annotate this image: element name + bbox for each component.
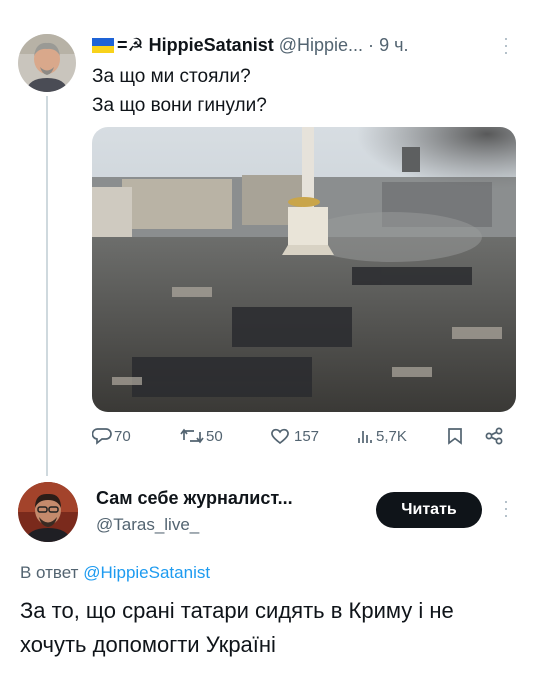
author-display-name[interactable]: HippieSatanist (149, 35, 274, 55)
reply-author-avatar[interactable] (18, 482, 78, 542)
in-reply-prefix: В ответ (20, 563, 79, 582)
reply-author-handle[interactable]: @Taras_live_ (96, 515, 199, 535)
tweet-time[interactable]: 9 ч. (379, 35, 408, 55)
thread-connector-line (46, 96, 48, 476)
bookmark-icon (448, 428, 462, 445)
retweet-icon (180, 428, 204, 444)
tweet-text-line: За що ми стояли? (92, 66, 251, 87)
equals-glyph: = (117, 35, 128, 55)
in-reply-handle-link[interactable]: @HippieSatanist (83, 563, 210, 582)
retweet-count: 50 (206, 427, 223, 445)
tweet-text: За що ми стояли? За що вони гинули? (92, 62, 267, 120)
retweet-action[interactable]: 50 (180, 427, 223, 445)
author-handle[interactable]: @Hippie... (279, 35, 363, 55)
ukraine-flag-icon (92, 38, 114, 53)
tweet-header: =☭ HippieSatanist @Hippie... · 9 ч. (92, 35, 408, 56)
like-action[interactable]: 157 (270, 427, 319, 445)
maidan-photo-image (92, 127, 516, 412)
bookmark-action[interactable] (447, 427, 463, 445)
follow-button[interactable]: Читать (376, 492, 482, 528)
heart-icon (271, 428, 289, 445)
reply-text: За то, що срані татари сидять в Криму і … (20, 598, 454, 657)
views-action[interactable]: 5,7K (356, 427, 407, 445)
author-avatar[interactable] (18, 34, 76, 92)
like-count: 157 (294, 427, 320, 445)
in-reply-to: В ответ @HippieSatanist (20, 563, 210, 583)
reply-count: 70 (114, 427, 131, 445)
more-options-icon[interactable]: · · · (502, 29, 510, 61)
tweet-text-line: За що вони гинули? (92, 95, 267, 116)
reply-more-options-icon[interactable]: · · · (502, 492, 510, 524)
views-count: 5,7K (376, 427, 407, 445)
hammer-sickle-icon: ☭ (127, 35, 144, 55)
tweet-media-image[interactable] (92, 127, 516, 412)
time-separator: · (368, 35, 375, 55)
share-icon (485, 427, 503, 445)
reply-icon (92, 428, 112, 445)
reply-action[interactable]: 70 (92, 427, 131, 445)
reply-author-display-name[interactable]: Сам себе журналист... (96, 488, 293, 509)
views-chart-icon (358, 431, 372, 443)
share-action[interactable] (484, 427, 504, 445)
